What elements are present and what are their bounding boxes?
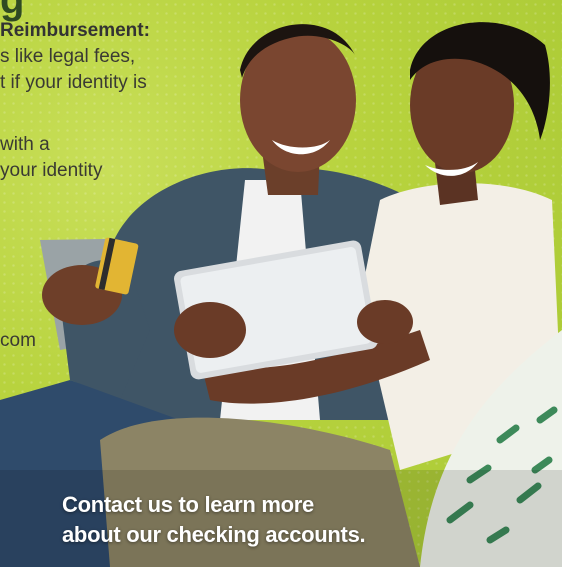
cta-line-1: Contact us to learn more [62,492,314,517]
cta-text: Contact us to learn more about our check… [62,490,366,550]
couple-photo [0,22,562,567]
woman-hand-right [357,300,413,344]
woman-hand-left [174,302,246,358]
cta-line-2: about our checking accounts. [62,522,366,547]
ad-banner: g Reimbursement: s like legal fees, t if… [0,0,562,567]
